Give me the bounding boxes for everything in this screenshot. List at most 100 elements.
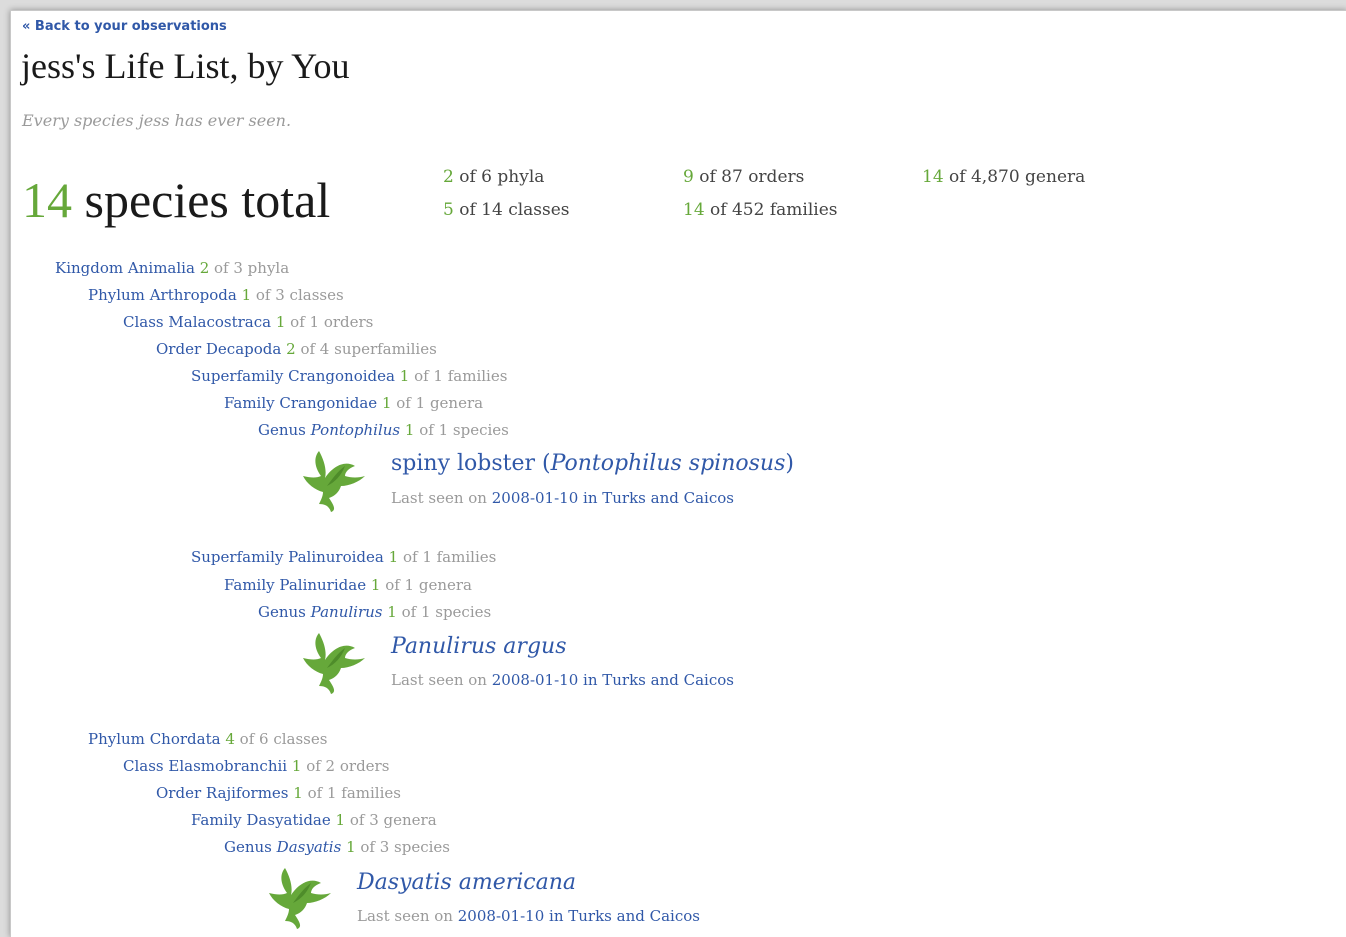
taxon-phylum-arthropoda: Phylum Arthropoda 1 of 3 classes bbox=[88, 286, 344, 304]
taxon-link[interactable]: Genus Panulirus bbox=[258, 603, 382, 621]
taxon-link[interactable]: Genus Dasyatis bbox=[224, 838, 341, 856]
species-total-count: 14 bbox=[22, 172, 72, 228]
page-title: jess's Life List, by You bbox=[21, 46, 350, 86]
taxon-count: 1 bbox=[381, 394, 392, 412]
species-total: 14 species total bbox=[22, 171, 330, 229]
taxon-link[interactable]: Order Decapoda bbox=[156, 340, 281, 358]
taxon-total: of 1 species bbox=[401, 603, 492, 621]
bird-icon bbox=[303, 451, 365, 512]
taxon-total: of 6 classes bbox=[239, 730, 328, 748]
last-seen: Last seen on 2008-01-10 in Turks and Cai… bbox=[391, 671, 734, 689]
stat-genera: 14 of 4,870 genera bbox=[922, 167, 1085, 187]
stat-orders: 9 of 87 orders bbox=[683, 167, 804, 187]
last-seen-link[interactable]: 2008-01-10 in Turks and Caicos bbox=[492, 671, 734, 689]
taxon-link[interactable]: Superfamily Crangonoidea bbox=[191, 367, 395, 385]
taxon-link[interactable]: Family Crangonidae bbox=[224, 394, 377, 412]
taxon-family-crangonidae: Family Crangonidae 1 of 1 genera bbox=[224, 394, 483, 412]
last-seen-label: Last seen on bbox=[391, 671, 487, 689]
taxon-link[interactable]: Superfamily Palinuroidea bbox=[191, 548, 384, 566]
last-seen-link[interactable]: 2008-01-10 in Turks and Caicos bbox=[458, 907, 700, 925]
species-total-label: species total bbox=[84, 172, 331, 228]
taxon-class-elasmobranchii: Class Elasmobranchii 1 of 2 orders bbox=[123, 757, 389, 775]
species-name[interactable]: Panulirus argus bbox=[391, 634, 566, 659]
taxon-link[interactable]: Class Elasmobranchii bbox=[123, 757, 287, 775]
taxon-link[interactable]: Phylum Chordata bbox=[88, 730, 221, 748]
taxon-count: 1 bbox=[387, 603, 397, 621]
stat-text: of 6 phyla bbox=[459, 167, 545, 187]
species-scientific-name: Dasyatis americana bbox=[357, 870, 577, 895]
taxon-link[interactable]: Kingdom Animalia bbox=[55, 259, 195, 277]
taxon-count: 1 bbox=[335, 811, 346, 829]
taxon-link[interactable]: Genus Pontophilus bbox=[258, 421, 400, 439]
taxon-count: 1 bbox=[293, 784, 303, 802]
last-seen: Last seen on 2008-01-10 in Turks and Cai… bbox=[357, 907, 700, 925]
taxon-count: 1 bbox=[399, 367, 410, 385]
stat-count: 5 bbox=[443, 200, 454, 220]
last-seen-link[interactable]: 2008-01-10 in Turks and Caicos bbox=[492, 489, 734, 507]
stat-text: of 14 classes bbox=[459, 200, 570, 220]
taxon-total: of 1 genera bbox=[385, 576, 472, 594]
taxon-superfamily-crangonoidea: Superfamily Crangonoidea 1 of 1 families bbox=[191, 367, 507, 385]
taxon-link[interactable]: Phylum Arthropoda bbox=[88, 286, 237, 304]
taxon-link[interactable]: Order Rajiformes bbox=[156, 784, 289, 802]
taxon-count: 1 bbox=[275, 313, 286, 331]
taxon-count: 2 bbox=[199, 259, 210, 277]
stat-count: 14 bbox=[683, 200, 705, 220]
taxon-superfamily-palinuroidea: Superfamily Palinuroidea 1 of 1 families bbox=[191, 548, 496, 566]
stat-text: of 87 orders bbox=[699, 167, 805, 187]
back-to-observations-link[interactable]: « Back to your observations bbox=[22, 19, 227, 34]
taxon-total: of 3 genera bbox=[349, 811, 437, 829]
life-list-page: « Back to your observations jess's Life … bbox=[10, 10, 1346, 937]
stat-text: of 452 families bbox=[710, 200, 838, 220]
taxon-count: 1 bbox=[241, 286, 252, 304]
species-common-name: spiny lobster bbox=[391, 451, 536, 476]
taxon-kingdom-animalia: Kingdom Animalia 2 of 3 phyla bbox=[55, 259, 289, 277]
stat-count: 14 bbox=[922, 167, 944, 187]
bird-icon bbox=[269, 868, 331, 929]
taxon-total: of 2 orders bbox=[306, 757, 390, 775]
taxon-total: of 1 families bbox=[307, 784, 401, 802]
taxon-family-palinuridae: Family Palinuridae 1 of 1 genera bbox=[224, 576, 472, 594]
page-subtitle: Every species jess has ever seen. bbox=[22, 111, 292, 130]
taxon-count: 1 bbox=[346, 838, 356, 856]
last-seen-label: Last seen on bbox=[357, 907, 453, 925]
taxon-link[interactable]: Family Dasyatidae bbox=[191, 811, 331, 829]
bird-icon bbox=[303, 633, 365, 694]
paren-open: ( bbox=[535, 451, 551, 476]
species-name[interactable]: Dasyatis americana bbox=[357, 870, 576, 895]
species-scientific-name: Pontophilus spinosus bbox=[550, 451, 786, 476]
taxon-order-rajiformes: Order Rajiformes 1 of 1 families bbox=[156, 784, 401, 802]
stat-families: 14 of 452 families bbox=[683, 200, 837, 220]
taxon-count: 1 bbox=[370, 576, 381, 594]
last-seen-label: Last seen on bbox=[391, 489, 487, 507]
taxon-genus-panulirus: Genus Panulirus 1 of 1 species bbox=[258, 603, 491, 621]
taxon-total: of 1 orders bbox=[290, 313, 374, 331]
taxon-link[interactable]: Family Palinuridae bbox=[224, 576, 366, 594]
stat-text: of 4,870 genera bbox=[949, 167, 1086, 187]
stat-phyla: 2 of 6 phyla bbox=[443, 167, 544, 187]
taxon-total: of 3 species bbox=[360, 838, 451, 856]
taxon-total: of 3 classes bbox=[255, 286, 344, 304]
stat-classes: 5 of 14 classes bbox=[443, 200, 570, 220]
species-name[interactable]: spiny lobster (Pontophilus spinosus) bbox=[391, 451, 794, 476]
taxon-phylum-chordata: Phylum Chordata 4 of 6 classes bbox=[88, 730, 327, 748]
taxon-genus-pontophilus: Genus Pontophilus 1 of 1 species bbox=[258, 421, 509, 439]
taxon-family-dasyatidae: Family Dasyatidae 1 of 3 genera bbox=[191, 811, 437, 829]
taxon-total: of 1 genera bbox=[396, 394, 484, 412]
taxon-total: of 1 families bbox=[402, 548, 497, 566]
taxon-order-decapoda: Order Decapoda 2 of 4 superfamilies bbox=[156, 340, 437, 358]
taxon-class-malacostraca: Class Malacostraca 1 of 1 orders bbox=[123, 313, 373, 331]
species-scientific-name: Panulirus argus bbox=[391, 634, 567, 659]
taxon-total: of 3 phyla bbox=[214, 259, 290, 277]
taxon-total: of 1 families bbox=[414, 367, 508, 385]
taxon-count: 2 bbox=[286, 340, 296, 358]
last-seen: Last seen on 2008-01-10 in Turks and Cai… bbox=[391, 489, 734, 507]
taxon-count: 1 bbox=[388, 548, 399, 566]
taxon-count: 1 bbox=[404, 421, 415, 439]
taxon-genus-dasyatis: Genus Dasyatis 1 of 3 species bbox=[224, 838, 450, 856]
taxon-count: 4 bbox=[225, 730, 235, 748]
paren-close: ) bbox=[785, 451, 794, 476]
taxon-link[interactable]: Class Malacostraca bbox=[123, 313, 271, 331]
taxon-total: of 4 superfamilies bbox=[300, 340, 437, 358]
stat-count: 9 bbox=[683, 167, 694, 187]
